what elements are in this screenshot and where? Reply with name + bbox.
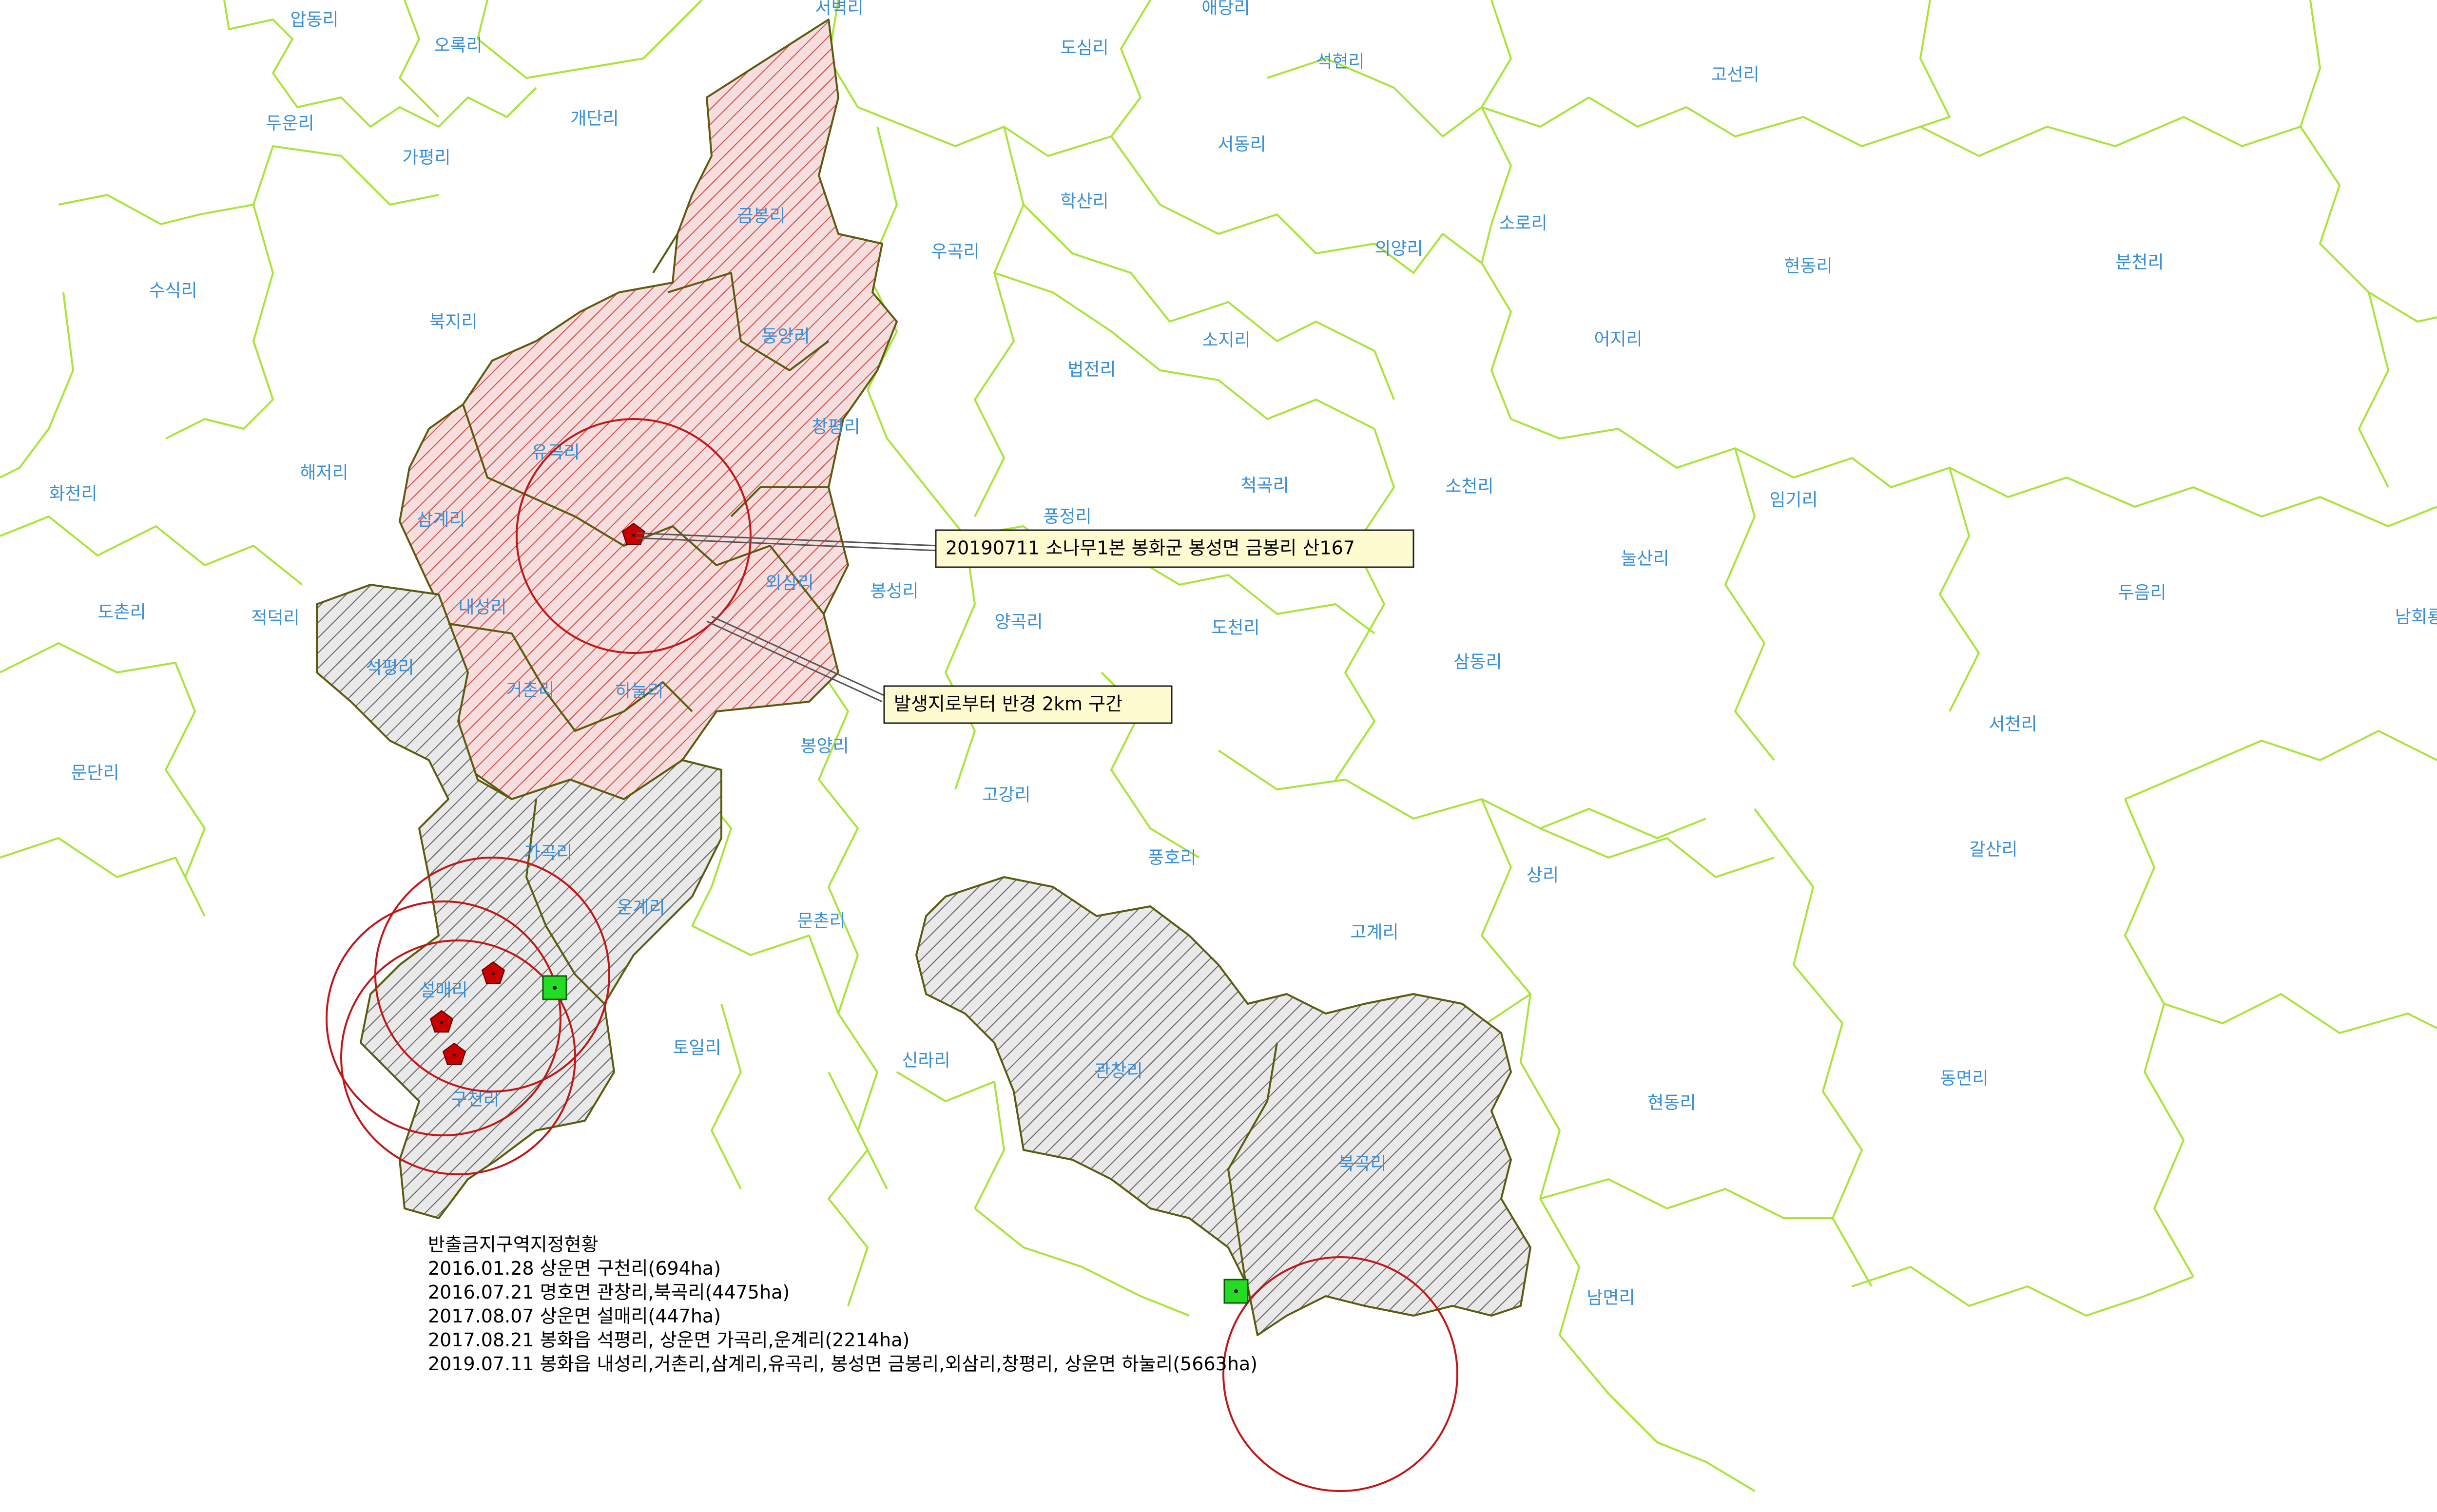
village-label: 분천리 [2115, 252, 2164, 272]
village-label: 신라리 [902, 1051, 950, 1071]
green-square-icon[interactable] [542, 975, 567, 1000]
village-label: 삼계리 [417, 510, 465, 530]
village-label: 서동리 [1218, 134, 1266, 154]
village-label: 창평리 [812, 417, 860, 437]
village-label: 금봉리 [737, 206, 785, 226]
village-label: 내성리 [458, 597, 506, 617]
village-label: 법전리 [1067, 360, 1116, 380]
callout-radius[interactable]: 발생지로부터 반경 2km 구간 [883, 685, 1173, 724]
village-label: 현동리 [1784, 256, 1832, 276]
legend-entry: 2017.08.07 상운면 설매리(447ha) [428, 1305, 721, 1327]
legend-entry: 2017.08.21 봉화읍 석평리, 상운면 가곡리,운계리(2214ha) [428, 1329, 910, 1351]
village-label: 척곡리 [1240, 476, 1289, 496]
village-label: 도천리 [1211, 618, 1259, 638]
village-label: 갈산리 [1969, 840, 2017, 860]
village-label: 운계리 [617, 898, 665, 918]
designation-legend: 반출금지구역지정현황 2016.01.28 상운면 구천리(694ha) 201… [428, 1233, 1257, 1376]
village-label: 봉양리 [800, 736, 849, 756]
village-label: 가평리 [402, 148, 450, 168]
village-label: 서천리 [1989, 714, 2037, 734]
village-label: 문촌리 [797, 911, 845, 931]
village-label: 석현리 [1316, 52, 1364, 72]
village-label: 남회룡리 [2395, 607, 2437, 627]
village-label: 외삼리 [765, 573, 813, 593]
village-label: 압동리 [290, 10, 338, 30]
village-label: 임기리 [1769, 490, 1818, 510]
village-label: 문단리 [71, 763, 119, 783]
village-label: 관창리 [1094, 1061, 1142, 1081]
village-label: 서벽리 [815, 0, 863, 18]
village-label: 풍정리 [1043, 507, 1091, 527]
village-label: 도심리 [1060, 38, 1108, 58]
village-label: 상리 [1527, 865, 1559, 885]
village-label: 동면리 [1940, 1069, 1988, 1089]
village-label: 가곡리 [524, 843, 572, 863]
village-label: 현동리 [1647, 1093, 1696, 1113]
village-label: 도촌리 [97, 602, 146, 622]
village-label: 봉성리 [870, 581, 918, 601]
village-label: 소로리 [1499, 213, 1547, 233]
village-label: 북곡리 [1338, 1154, 1386, 1174]
village-label: 두운리 [266, 114, 314, 134]
village-label: 우곡리 [931, 242, 979, 262]
village-label: 고선리 [1711, 65, 1759, 85]
village-label: 북지리 [429, 312, 477, 332]
village-label: 어지리 [1594, 329, 1642, 349]
village-label: 석평리 [366, 658, 414, 678]
village-label: 양곡리 [994, 612, 1043, 632]
village-label: 삼동리 [1453, 652, 1502, 672]
legend-entry: 2016.01.28 상운면 구천리(694ha) [428, 1258, 721, 1279]
village-label: 하눌리 [615, 681, 663, 701]
village-label: 두음리 [2118, 583, 2166, 603]
village-label: 남면리 [1586, 1288, 1635, 1308]
village-label: 수식리 [149, 281, 197, 301]
legend-entry: 2016.07.21 명호면 관창리,북곡리(4475ha) [428, 1282, 790, 1303]
village-label: 학산리 [1060, 191, 1108, 211]
village-label: 개단리 [570, 109, 619, 129]
village-label: 구천리 [451, 1090, 499, 1110]
village-label: 거촌리 [506, 680, 554, 700]
callout-radius-text: 발생지로부터 반경 2km 구간 [894, 693, 1122, 715]
village-label: 고계리 [1350, 922, 1398, 942]
legend-entry: 2019.07.11 봉화읍 내성리,거촌리,삼계리,유곡리, 봉성면 금봉리,… [428, 1353, 1258, 1375]
village-label: 고강리 [982, 785, 1030, 805]
legend-title: 반출금지구역지정현황 [428, 1234, 599, 1255]
callout-occurrence-text: 20190711 소나무1본 봉화군 봉성면 금봉리 산167 [946, 537, 1355, 559]
village-label: 화천리 [49, 484, 97, 504]
village-label: 눌산리 [1621, 549, 1669, 569]
village-label: 의양리 [1374, 239, 1423, 259]
village-label: 풍호리 [1148, 848, 1196, 868]
village-label: 설매리 [419, 980, 467, 1000]
village-label: 오록리 [434, 36, 482, 56]
village-label: 소천리 [1445, 477, 1493, 497]
village-label: 토일리 [673, 1038, 721, 1058]
village-label: 동양리 [761, 326, 810, 346]
callout-occurrence[interactable]: 20190711 소나무1본 봉화군 봉성면 금봉리 산167 [935, 529, 1414, 568]
village-label: 애당리 [1201, 0, 1250, 18]
village-label: 소지리 [1202, 330, 1250, 350]
village-label: 유곡리 [531, 442, 580, 462]
village-label: 적덕리 [251, 608, 299, 628]
village-label: 해저리 [300, 463, 348, 483]
